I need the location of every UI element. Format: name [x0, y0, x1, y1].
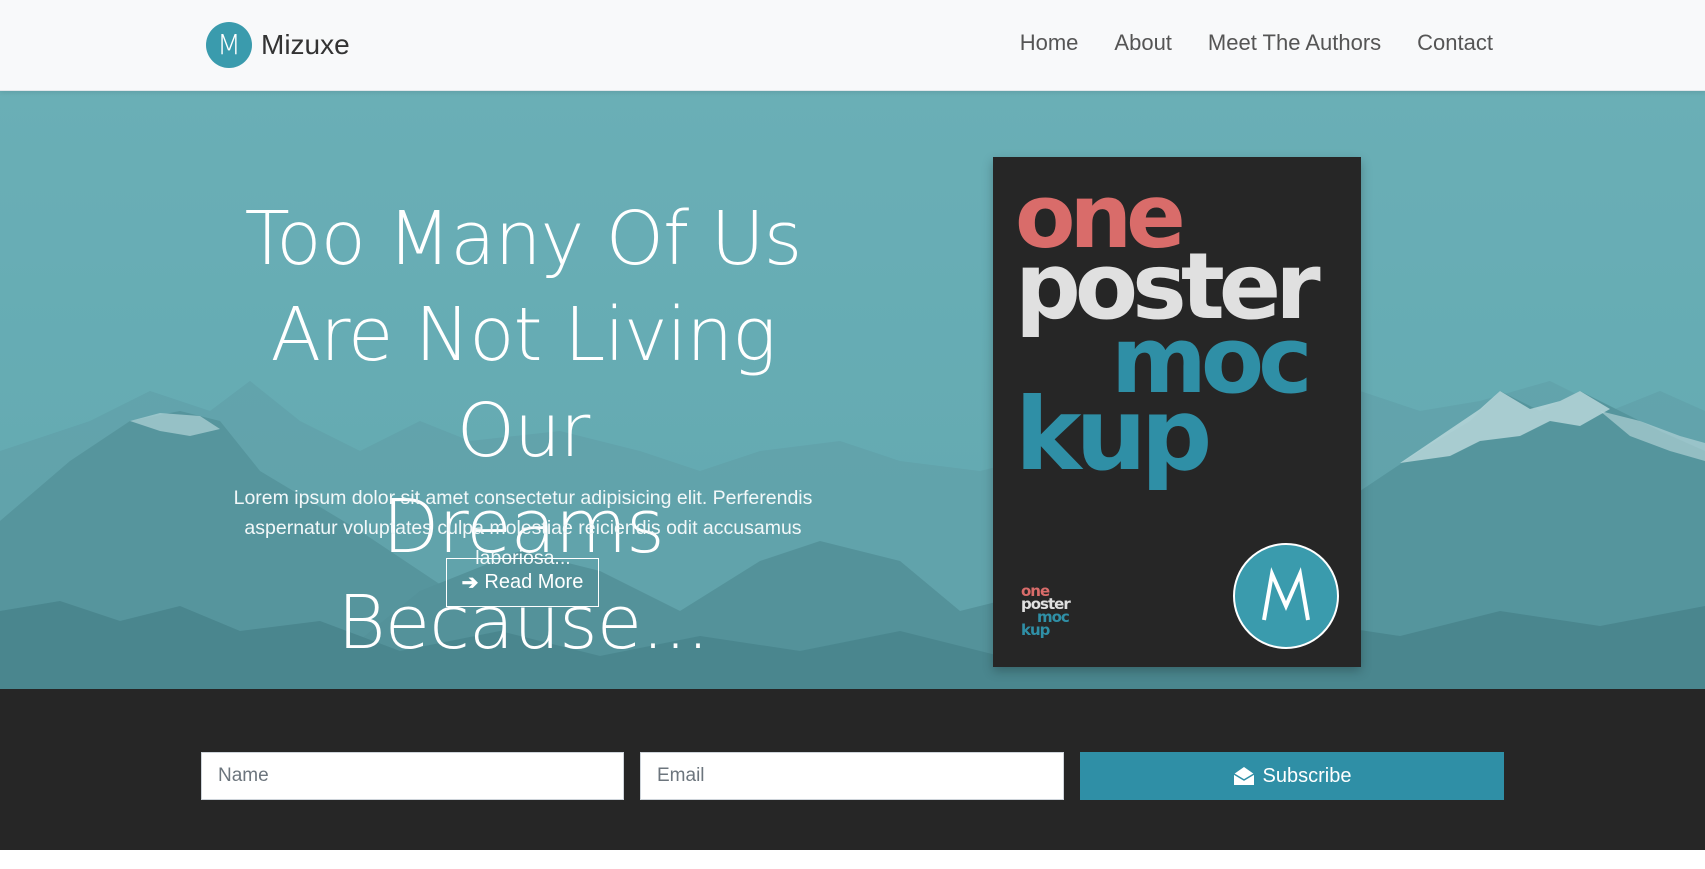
hero-section: Too Many Of Us Are Not Living Our Dreams… [0, 91, 1705, 689]
hero-title-line: Too Many Of Us [244, 196, 803, 282]
email-input[interactable] [640, 752, 1064, 800]
poster-badge-logo-icon [1233, 543, 1339, 649]
brand-link[interactable]: M Mizuxe [206, 22, 350, 68]
m-letter-icon [1262, 567, 1310, 621]
read-more-label: Read More [484, 571, 584, 593]
nav-link-contact[interactable]: Contact [1417, 30, 1493, 56]
subscribe-label: Subscribe [1262, 764, 1352, 787]
poster-word-kup: kup [1015, 376, 1212, 493]
brand-name: Mizuxe [261, 29, 350, 60]
page-bottom-strip [0, 850, 1705, 869]
hero-description-line: Lorem ipsum dolor sit amet consectetur a… [233, 487, 813, 509]
poster-mini-logo: one poster moc kup [1021, 584, 1071, 638]
hero-title-line: Are Not Living Our [270, 292, 776, 474]
navbar: M Mizuxe Home About Meet The Authors Con… [0, 0, 1705, 91]
nav-links: Home About Meet The Authors Contact [1020, 30, 1493, 56]
brand-logo-icon: M [206, 22, 252, 68]
nav-link-home[interactable]: Home [1020, 30, 1079, 56]
read-more-button[interactable]: ➔ Read More [446, 558, 599, 607]
nav-link-meet-the-authors[interactable]: Meet The Authors [1208, 30, 1381, 56]
envelope-open-icon [1233, 767, 1254, 785]
subscribe-button[interactable]: Subscribe [1080, 752, 1504, 800]
name-input[interactable] [201, 752, 624, 800]
nav-link-about[interactable]: About [1114, 30, 1172, 56]
newsletter-section: Subscribe [0, 689, 1705, 850]
arrow-right-icon: ➔ [461, 572, 479, 594]
book-poster-image: one poster moc kup one poster moc kup [993, 157, 1361, 667]
